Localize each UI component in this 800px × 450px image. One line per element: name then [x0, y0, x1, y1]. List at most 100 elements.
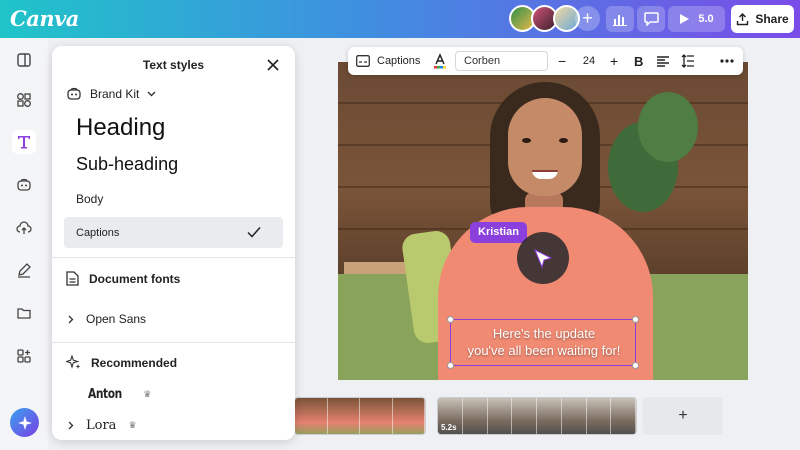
caption-line: you've all been waiting for! — [467, 343, 621, 358]
projects-tab[interactable] — [12, 301, 36, 325]
font-size-input[interactable]: 24 — [570, 51, 608, 71]
insights-button[interactable] — [606, 6, 634, 32]
brand-tab[interactable] — [12, 173, 36, 197]
font-family-select[interactable]: Corben — [455, 51, 548, 71]
text-style-button[interactable]: Captions — [356, 47, 420, 75]
chevron-right-icon — [68, 315, 74, 323]
resize-handle[interactable] — [447, 316, 454, 323]
design-tab[interactable] — [12, 48, 36, 72]
elements-tab[interactable] — [12, 88, 36, 112]
present-duration: 5.0 — [698, 13, 714, 25]
timeline-clip[interactable] — [294, 397, 426, 435]
clip-frame — [327, 398, 360, 434]
cloud-upload-icon — [16, 221, 32, 234]
font-name: Anton — [88, 387, 122, 402]
cursor-icon — [534, 248, 553, 269]
clip-frame — [392, 398, 425, 434]
clip-duration: 5.2s — [441, 423, 457, 432]
panel-title: Text styles — [142, 58, 205, 72]
clip-frame — [537, 398, 562, 434]
captions-style[interactable]: Captions — [64, 217, 283, 248]
share-button[interactable]: Share — [731, 5, 794, 33]
pen-icon — [18, 263, 31, 278]
recommended-header: Recommended — [66, 355, 177, 370]
clip-frame — [512, 398, 537, 434]
present-button[interactable]: 5.0 — [668, 6, 725, 32]
text-icon — [18, 136, 30, 149]
canva-logo[interactable]: Canva — [10, 6, 79, 31]
clip-frame — [295, 398, 328, 434]
document-icon — [66, 271, 79, 286]
document-fonts-title: Document fonts — [89, 271, 181, 286]
apps-icon — [17, 349, 31, 363]
bold-button[interactable]: B — [634, 47, 643, 75]
caption-text-box[interactable]: Here's the update you've all been waitin… — [447, 316, 639, 369]
close-icon — [267, 59, 279, 71]
clip-frame — [462, 398, 488, 434]
more-icon — [720, 59, 734, 63]
sparkle-icon — [66, 355, 81, 369]
text-tab[interactable] — [12, 130, 36, 154]
document-fonts-header: Document fonts — [66, 271, 180, 286]
brand-kit-select[interactable]: Brand Kit — [66, 86, 156, 102]
timeline-clip[interactable]: 5.2s — [437, 397, 637, 435]
caption-text: Here's the update you've all been waitin… — [451, 325, 637, 359]
heading-style[interactable]: Heading — [76, 114, 165, 142]
bar-chart-icon — [613, 15, 627, 26]
text-styles-panel: Text styles Brand Kit Heading Sub-headin… — [52, 46, 295, 440]
crown-icon: ♛ — [128, 420, 137, 430]
resize-handle[interactable] — [447, 362, 454, 369]
decrease-size-button[interactable]: − — [558, 47, 566, 75]
folder-icon — [17, 308, 31, 319]
draw-tab[interactable] — [12, 258, 36, 282]
font-name: Lora — [86, 418, 117, 433]
align-button[interactable] — [656, 47, 670, 75]
divider — [52, 257, 295, 258]
close-button[interactable] — [264, 56, 282, 74]
text-color-button[interactable] — [432, 47, 448, 75]
font-item[interactable]: Anton ♛ — [88, 387, 151, 402]
add-collaborator-button[interactable]: + — [575, 6, 600, 31]
layout-icon — [17, 53, 31, 67]
sparkle-icon — [17, 415, 32, 430]
text-toolbar: Captions Corben − 24 + B — [348, 47, 743, 75]
eye — [559, 138, 568, 143]
body-style[interactable]: Body — [76, 192, 103, 206]
clip-frame — [611, 398, 636, 434]
apps-tab[interactable] — [12, 344, 36, 368]
magic-assistant-button[interactable] — [10, 408, 39, 437]
line-spacing-icon — [681, 54, 694, 68]
resize-handle[interactable] — [632, 316, 639, 323]
comment-icon — [643, 12, 659, 26]
add-clip-button[interactable]: + — [643, 397, 723, 435]
comments-button[interactable] — [637, 6, 665, 32]
divider — [52, 342, 295, 343]
font-item[interactable]: Open Sans — [68, 312, 146, 326]
subheading-style[interactable]: Sub-heading — [76, 154, 178, 175]
chevron-down-icon — [147, 91, 156, 97]
uploads-tab[interactable] — [12, 216, 36, 240]
brand-icon — [67, 87, 81, 100]
captions-label: Captions — [76, 227, 120, 239]
play-icon — [680, 14, 690, 24]
increase-size-button[interactable]: + — [610, 47, 618, 75]
top-bar: Canva + 5.0 Share — [0, 0, 800, 38]
align-left-icon — [657, 56, 669, 67]
eye — [522, 138, 531, 143]
resize-handle[interactable] — [632, 362, 639, 369]
share-label: Share — [755, 12, 789, 26]
clip-frame — [561, 398, 587, 434]
font-item[interactable]: Lora ♛ — [68, 418, 137, 433]
font-name: Open Sans — [86, 312, 147, 326]
collaborator-name-tag: Kristian — [470, 222, 527, 243]
brand-icon — [17, 178, 31, 191]
brand-kit-label: Brand Kit — [90, 87, 140, 101]
more-options-button[interactable] — [720, 47, 734, 75]
clip-frame — [586, 398, 612, 434]
upload-icon — [737, 12, 749, 25]
clip-frame — [360, 398, 393, 434]
video-play-button[interactable] — [517, 232, 569, 284]
text-style-label: Captions — [377, 55, 421, 67]
spacing-button[interactable] — [681, 47, 695, 75]
text-color-icon — [434, 53, 446, 69]
